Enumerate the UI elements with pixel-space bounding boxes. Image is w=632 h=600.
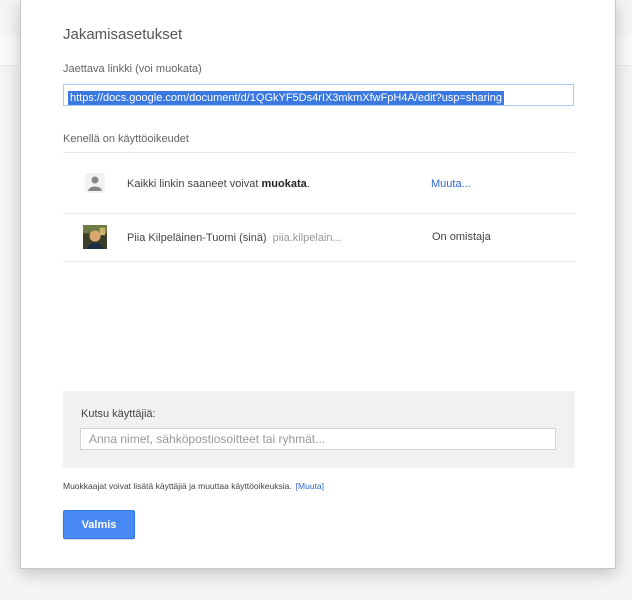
invite-input[interactable] xyxy=(80,428,556,450)
owner-role: On omistaja xyxy=(432,231,491,243)
dialog-title: Jakamisasetukset xyxy=(63,26,183,43)
owner-info: Piia Kilpeläinen-Tuomi (sinä) piia.kilpel… xyxy=(127,232,342,244)
person-link-icon xyxy=(83,171,107,195)
invite-label: Kutsu käyttäjiä: xyxy=(81,408,156,420)
access-text-prefix: Kaikki linkin saaneet voivat xyxy=(127,178,259,190)
note-change-link[interactable]: [Muuta] xyxy=(296,481,324,491)
share-link-text[interactable]: https://docs.google.com/document/d/1QGkY… xyxy=(68,91,504,105)
done-button[interactable]: Valmis xyxy=(63,510,135,539)
invite-panel: Kutsu käyttäjiä: xyxy=(63,391,575,468)
divider xyxy=(63,261,575,262)
note-text: Muokkaajat voivat lisätä käyttäjiä ja mu… xyxy=(63,481,292,491)
owner-name: Piia Kilpeläinen-Tuomi (sinä) xyxy=(127,232,267,244)
access-description: Kaikki linkin saaneet voivat muokata. xyxy=(127,178,310,190)
user-avatar xyxy=(83,225,107,249)
access-text-suffix: . xyxy=(306,178,310,190)
owner-email: piia.kilpelain... xyxy=(272,232,342,244)
access-level: muokata xyxy=(261,178,307,190)
access-section-label: Kenellä on käyttöoikeudet xyxy=(63,133,189,145)
share-link-field[interactable]: https://docs.google.com/document/d/1QGkY… xyxy=(63,84,574,106)
change-access-link[interactable]: Muuta... xyxy=(431,178,471,190)
sharing-settings-dialog: Jakamisasetukset Jaettava linkki (voi mu… xyxy=(20,0,616,569)
editor-permissions-note: Muokkaajat voivat lisätä käyttäjiä ja mu… xyxy=(63,481,324,491)
divider xyxy=(63,213,575,214)
divider xyxy=(63,152,575,153)
share-link-label: Jaettava linkki (voi muokata) xyxy=(63,63,202,75)
